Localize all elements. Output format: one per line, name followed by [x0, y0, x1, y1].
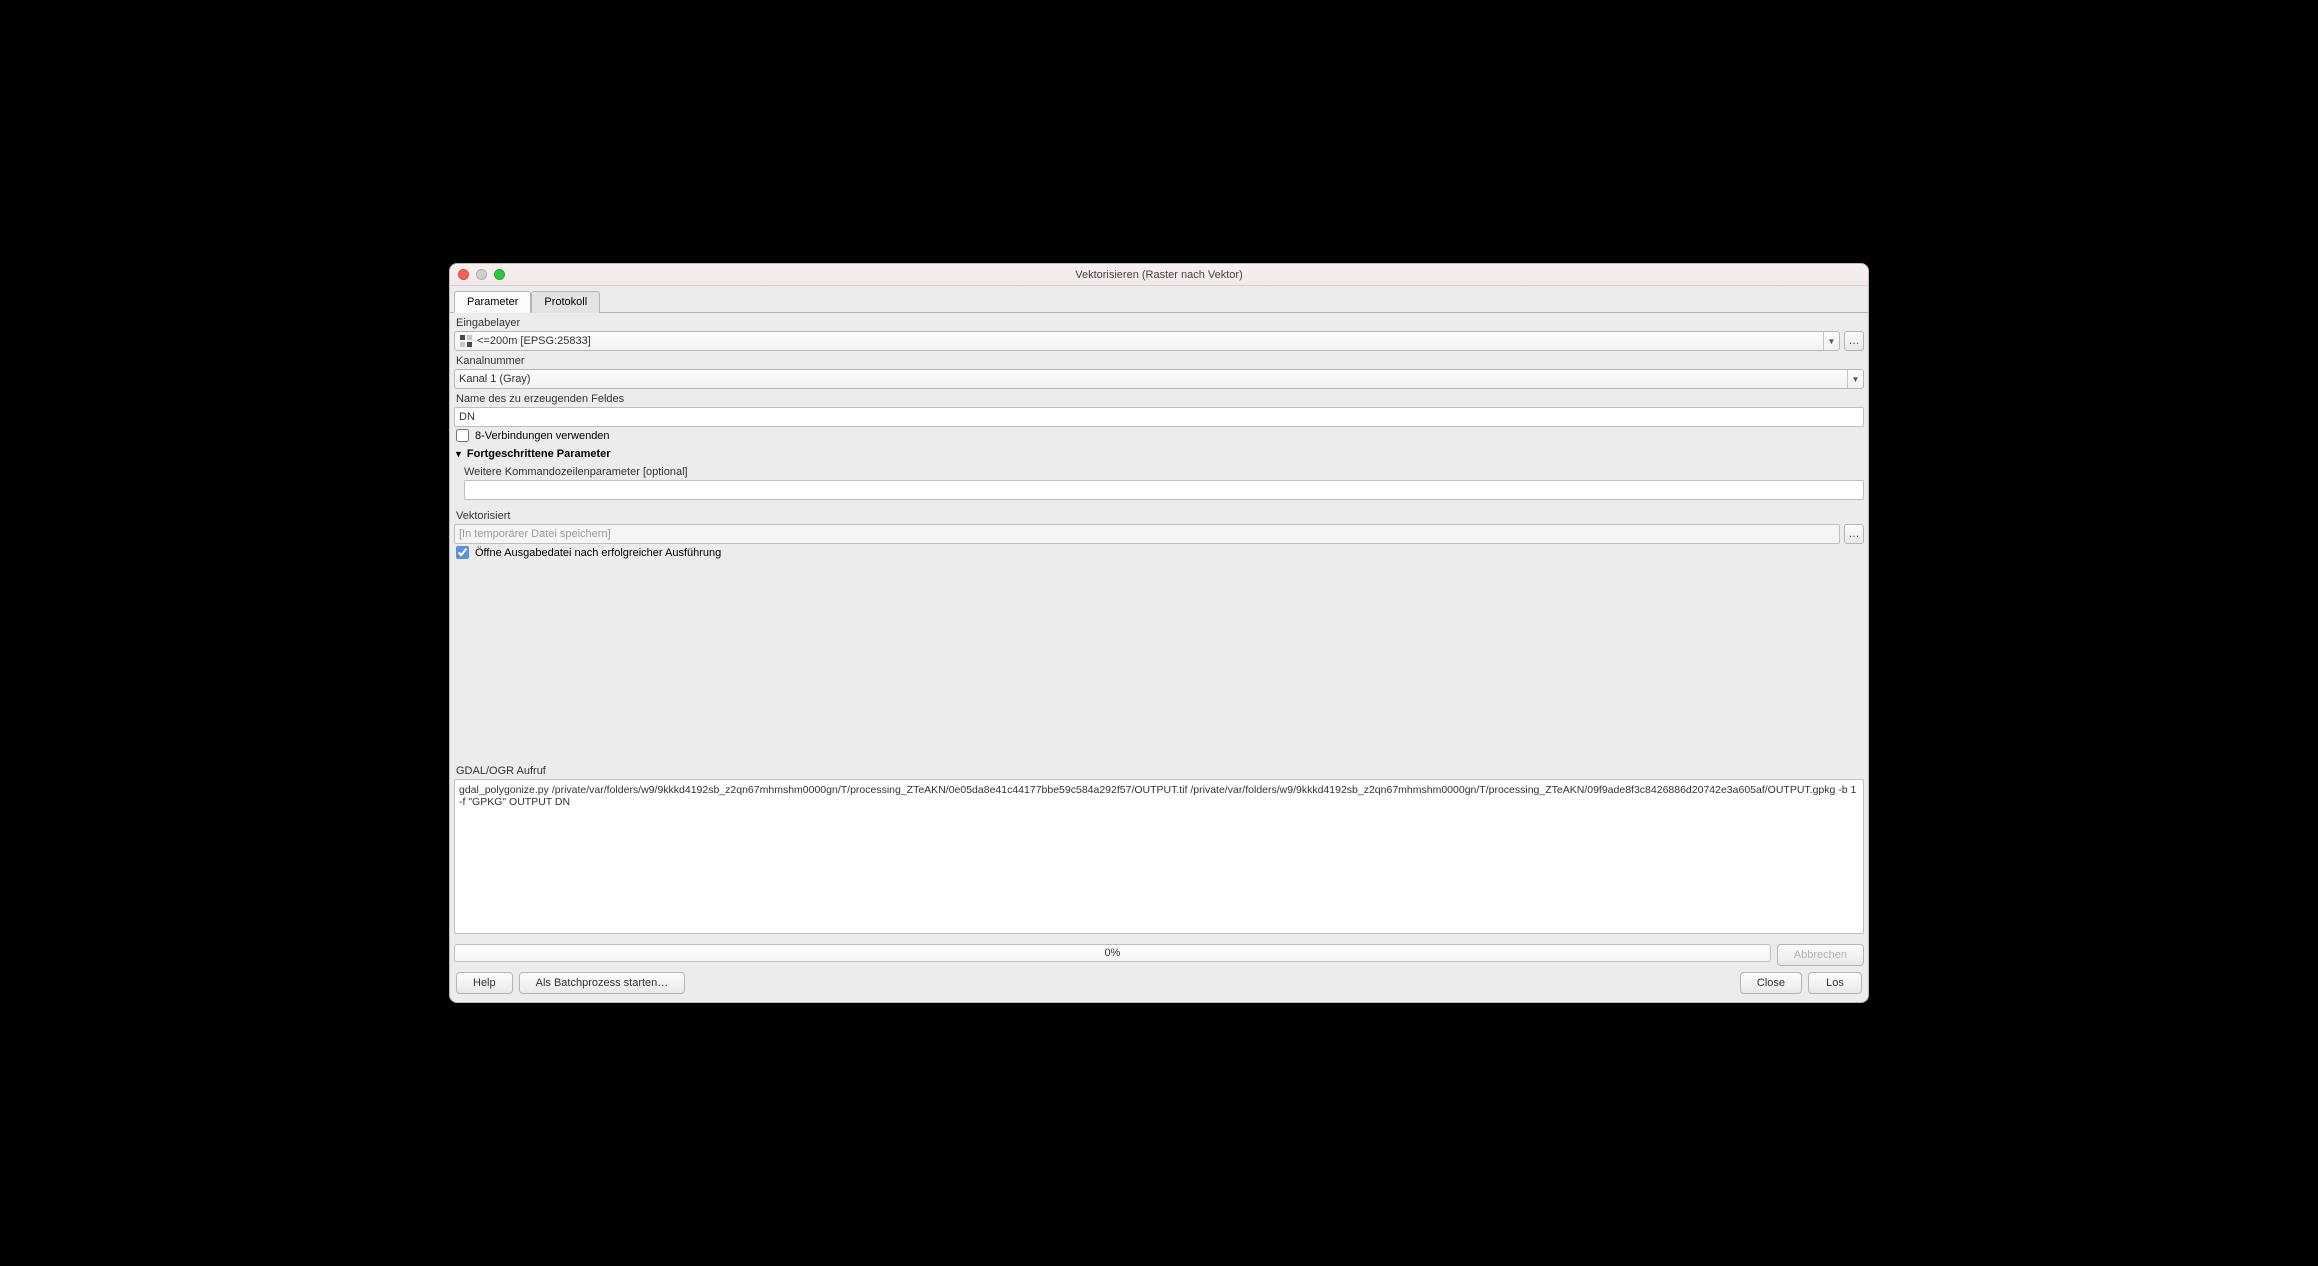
chevron-down-icon: ▼ [1847, 370, 1863, 388]
input-layer-value: <=200m [EPSG:25833] [477, 335, 591, 347]
progress-row: 0% Abbrechen [450, 938, 1868, 966]
window-title: Vektorisieren (Raster nach Vektor) [450, 269, 1868, 281]
tabs: Parameter Protokoll [450, 286, 1868, 313]
input-layer-browse-button[interactable]: … [1844, 331, 1864, 351]
label-gdal-call: GDAL/OGR Aufruf [454, 761, 1864, 779]
footer: Help Als Batchprozess starten… Close Los [450, 966, 1868, 1002]
window-controls [458, 269, 505, 280]
chevron-down-icon: ▼ [1823, 332, 1839, 350]
fieldname-input[interactable] [454, 407, 1864, 427]
label-input-layer: Eingabelayer [454, 313, 1864, 331]
open-output-label: Öffne Ausgabedatei nach erfolgreicher Au… [475, 547, 721, 559]
tab-protokoll[interactable]: Protokoll [531, 291, 600, 313]
triangle-down-icon: ▼ [454, 449, 463, 459]
close-button[interactable]: Close [1740, 972, 1802, 994]
help-button[interactable]: Help [456, 972, 513, 994]
titlebar[interactable]: Vektorisieren (Raster nach Vektor) [450, 264, 1868, 286]
zoom-window-icon[interactable] [494, 269, 505, 280]
label-cmdline: Weitere Kommandozeilenparameter [optiona… [454, 462, 1864, 480]
run-button[interactable]: Los [1808, 972, 1862, 994]
eight-connectedness-checkbox[interactable]: 8-Verbindungen verwenden [454, 427, 1864, 444]
band-value: Kanal 1 (Gray) [459, 373, 531, 385]
open-output-check[interactable] [456, 546, 469, 559]
input-layer-combo[interactable]: <=200m [EPSG:25833] ▼ [454, 331, 1840, 351]
cancel-button: Abbrechen [1777, 944, 1864, 966]
cmdline-input[interactable] [464, 480, 1864, 500]
advanced-section-toggle[interactable]: ▼ Fortgeschrittene Parameter [454, 444, 1864, 462]
eight-connectedness-label: 8-Verbindungen verwenden [475, 430, 610, 442]
label-fieldname: Name des zu erzeugenden Feldes [454, 389, 1864, 407]
output-path-input[interactable] [454, 524, 1840, 544]
eight-connectedness-check[interactable] [456, 429, 469, 442]
progress-bar: 0% [454, 944, 1771, 962]
output-browse-button[interactable]: … [1844, 524, 1864, 544]
close-window-icon[interactable] [458, 269, 469, 280]
open-output-checkbox[interactable]: Öffne Ausgabedatei nach erfolgreicher Au… [454, 544, 1864, 561]
dialog-window: Vektorisieren (Raster nach Vektor) Param… [449, 263, 1869, 1003]
tab-body: Eingabelayer <=200m [EPSG:25833] ▼ … Kan… [450, 313, 1868, 938]
minimize-window-icon[interactable] [476, 269, 487, 280]
batch-button[interactable]: Als Batchprozess starten… [519, 972, 686, 994]
label-band: Kanalnummer [454, 351, 1864, 369]
raster-layer-icon [459, 334, 473, 348]
content-area: Parameter Protokoll Eingabelayer <=200m … [450, 286, 1868, 1002]
tab-parameter[interactable]: Parameter [454, 291, 531, 313]
advanced-section-label: Fortgeschrittene Parameter [467, 448, 611, 460]
gdal-call-textbox[interactable]: gdal_polygonize.py /private/var/folders/… [454, 779, 1864, 934]
label-vectorised: Vektorisiert [454, 506, 1864, 524]
band-combo[interactable]: Kanal 1 (Gray) ▼ [454, 369, 1864, 389]
